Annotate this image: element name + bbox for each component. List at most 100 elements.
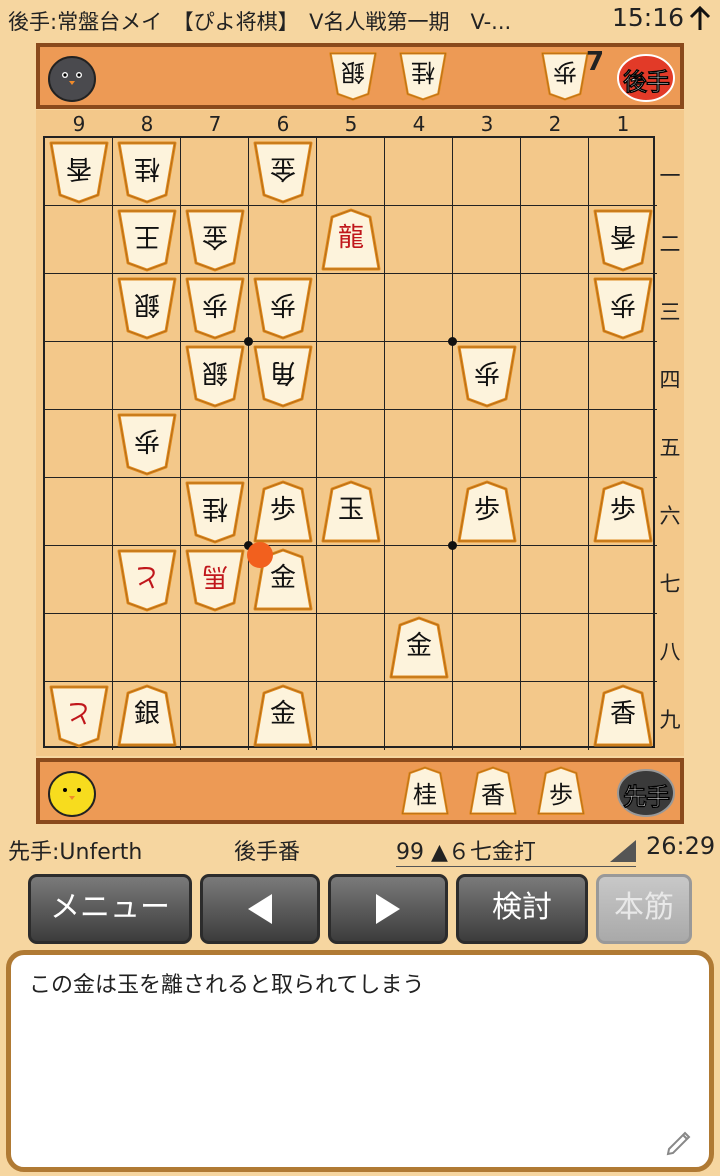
sente-piece[interactable]: 龍 — [320, 208, 382, 272]
board-square[interactable] — [45, 410, 113, 478]
board-square[interactable] — [317, 682, 385, 750]
board-square[interactable] — [521, 478, 589, 546]
board-square[interactable] — [249, 206, 317, 274]
board-square[interactable] — [521, 614, 589, 682]
sente-piece[interactable]: 香 — [592, 684, 654, 748]
board-square[interactable] — [385, 410, 453, 478]
board-square[interactable] — [181, 682, 249, 750]
board-square[interactable] — [45, 206, 113, 274]
board-square[interactable] — [181, 410, 249, 478]
board-square[interactable] — [453, 546, 521, 614]
elapsed-time: 26:29 — [646, 832, 716, 860]
board-square[interactable] — [181, 614, 249, 682]
sente-piece[interactable]: 歩 — [252, 480, 314, 544]
board-square[interactable] — [181, 138, 249, 206]
move-dropdown-icon[interactable] — [610, 840, 636, 862]
yellow-chick-icon[interactable] — [46, 766, 98, 818]
board-square[interactable] — [453, 410, 521, 478]
board-square[interactable] — [521, 546, 589, 614]
board-square[interactable] — [385, 138, 453, 206]
study-button[interactable]: 検討 — [456, 874, 588, 944]
board-square[interactable] — [317, 342, 385, 410]
board-square[interactable] — [521, 138, 589, 206]
board-square[interactable] — [249, 614, 317, 682]
rank-label: 八 — [659, 640, 681, 664]
gote-piece[interactable]: と — [116, 548, 178, 612]
pencil-icon[interactable] — [663, 1125, 695, 1157]
sente-hand-piece[interactable]: 歩 — [536, 766, 586, 816]
sente-hand-piece[interactable]: 香 — [468, 766, 518, 816]
sente-piece[interactable]: 歩 — [456, 480, 518, 544]
board-square[interactable] — [589, 410, 657, 478]
board-square[interactable] — [45, 614, 113, 682]
board-square[interactable] — [385, 274, 453, 342]
gote-piece[interactable]: 銀 — [116, 276, 178, 340]
gote-piece[interactable]: 金 — [184, 208, 246, 272]
board-square[interactable] — [45, 546, 113, 614]
sente-piece[interactable]: 金 — [388, 616, 450, 680]
board-square[interactable] — [521, 342, 589, 410]
board-square[interactable] — [589, 342, 657, 410]
board-square[interactable] — [317, 138, 385, 206]
board-square[interactable] — [317, 410, 385, 478]
board-square[interactable] — [385, 206, 453, 274]
gote-piece[interactable]: 馬 — [184, 548, 246, 612]
gote-piece[interactable]: 金 — [252, 140, 314, 204]
board-square[interactable] — [521, 274, 589, 342]
board-square[interactable] — [521, 682, 589, 750]
gote-piece[interactable]: 角 — [252, 344, 314, 408]
sente-hand-piece[interactable]: 桂 — [400, 766, 450, 816]
board-square[interactable] — [589, 614, 657, 682]
sente-piece[interactable]: 金 — [252, 684, 314, 748]
board-square[interactable] — [453, 682, 521, 750]
gote-hand-piece[interactable]: 歩 — [540, 51, 590, 101]
gote-piece[interactable]: と — [48, 684, 110, 748]
board-square[interactable] — [521, 206, 589, 274]
board-square[interactable] — [453, 138, 521, 206]
previous-move-button[interactable] — [200, 874, 320, 944]
board-square[interactable] — [45, 478, 113, 546]
board-square[interactable] — [113, 342, 181, 410]
gote-piece[interactable]: 香 — [48, 140, 110, 204]
comment-box[interactable]: この金は玉を離されると取られてしまう — [6, 950, 714, 1172]
sente-piece[interactable]: 銀 — [116, 684, 178, 748]
board-square[interactable] — [589, 138, 657, 206]
menu-button[interactable]: メニュー — [28, 874, 192, 944]
sente-piece[interactable]: 歩 — [592, 480, 654, 544]
gote-piece[interactable]: 桂 — [116, 140, 178, 204]
gote-piece[interactable]: 歩 — [184, 276, 246, 340]
gote-piece[interactable]: 歩 — [252, 276, 314, 340]
gote-hand-piece[interactable]: 桂 — [398, 51, 448, 101]
gote-piece[interactable]: 王 — [116, 208, 178, 272]
board-square[interactable] — [385, 478, 453, 546]
sente-piece[interactable]: 玉 — [320, 480, 382, 544]
gote-hand-piece[interactable]: 銀 — [328, 51, 378, 101]
board-square[interactable] — [589, 546, 657, 614]
board-square[interactable] — [113, 614, 181, 682]
board-square[interactable] — [249, 410, 317, 478]
current-move[interactable]: 99 ▲６七金打 — [396, 834, 636, 867]
board-square[interactable] — [453, 274, 521, 342]
gote-piece[interactable]: 銀 — [184, 344, 246, 408]
next-move-button[interactable] — [328, 874, 448, 944]
mainline-button[interactable]: 本筋 — [596, 874, 692, 944]
board-square[interactable] — [45, 274, 113, 342]
board-square[interactable] — [385, 546, 453, 614]
board-square[interactable] — [453, 614, 521, 682]
gote-piece[interactable]: 歩 — [592, 276, 654, 340]
gote-piece[interactable]: 歩 — [456, 344, 518, 408]
board-square[interactable] — [113, 478, 181, 546]
board-square[interactable] — [45, 342, 113, 410]
board-square[interactable] — [385, 682, 453, 750]
board-square[interactable] — [521, 410, 589, 478]
gote-piece[interactable]: 香 — [592, 208, 654, 272]
board-square[interactable] — [453, 206, 521, 274]
gray-chick-icon[interactable] — [46, 51, 98, 103]
board-square[interactable] — [317, 546, 385, 614]
board-square[interactable] — [317, 614, 385, 682]
gote-piece[interactable]: 歩 — [116, 412, 178, 476]
gote-piece[interactable]: 桂 — [184, 480, 246, 544]
board-square[interactable] — [385, 342, 453, 410]
board-square[interactable] — [317, 274, 385, 342]
file-label: 7 — [208, 112, 222, 136]
